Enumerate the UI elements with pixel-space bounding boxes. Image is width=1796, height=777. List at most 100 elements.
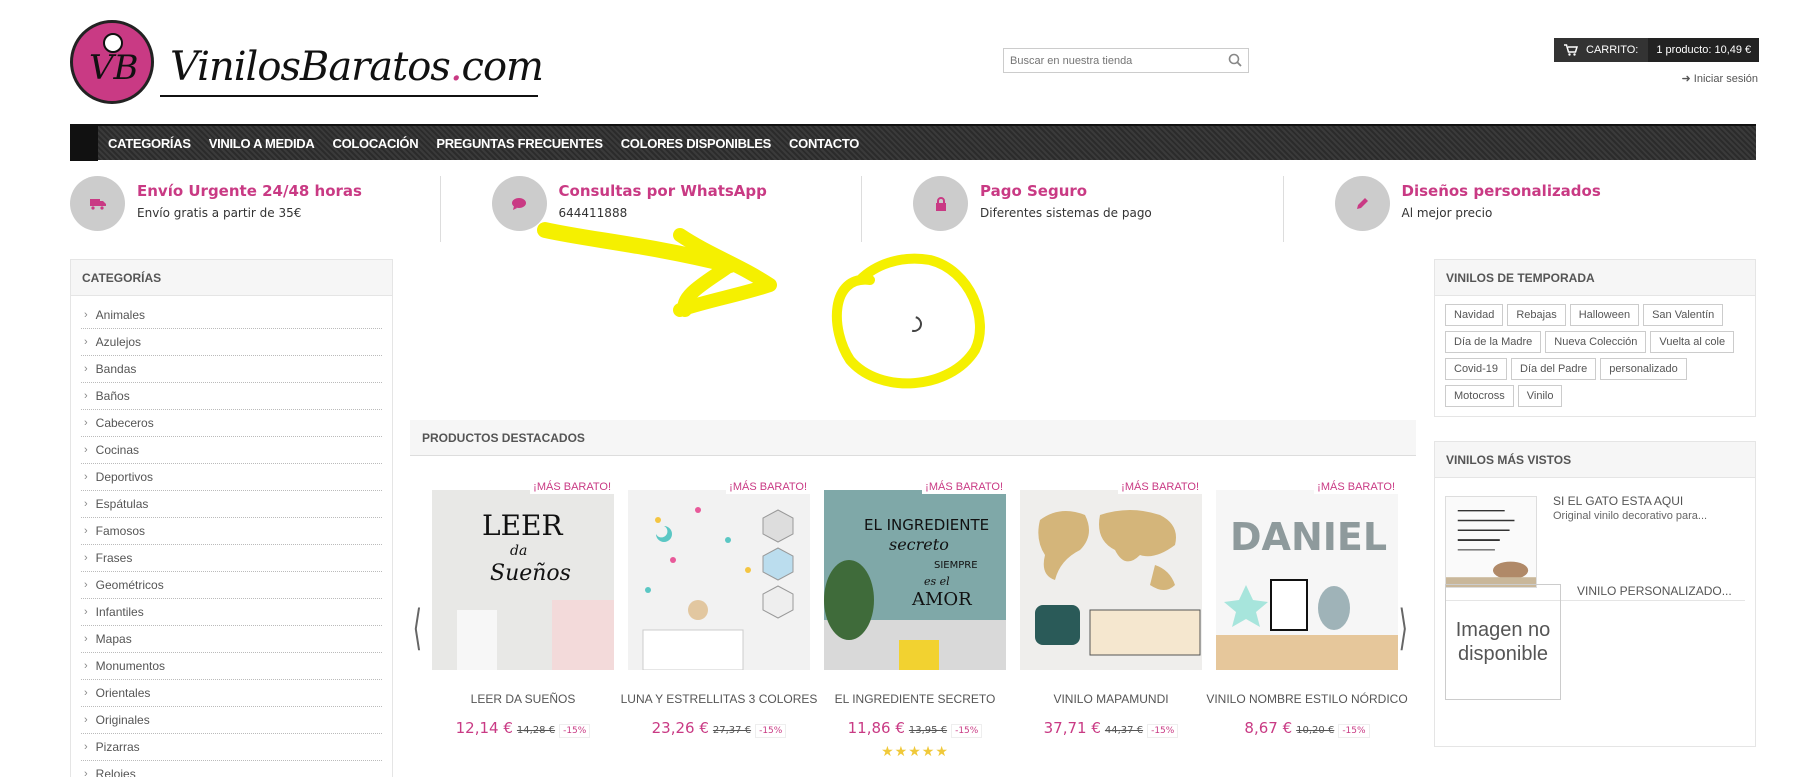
viewed-item-name[interactable]: SI EL GATO ESTA AQUI [1553,494,1683,508]
cart-icon [1564,44,1578,56]
season-tag[interactable]: San Valentín [1643,304,1724,326]
product-name[interactable]: LEER DA SUEÑOS [422,692,624,707]
category-item[interactable]: › Geométricos [81,572,382,599]
featured-title: PRODUCTOS DESTACADOS [410,420,1416,456]
home-icon[interactable] [70,125,98,161]
category-item[interactable]: › Baños [81,383,382,410]
season-tags: Navidad Rebajas Halloween San Valentín Día d… [1435,296,1755,416]
annotation-arrow-icon [537,222,985,389]
chevron-right-icon: › [84,660,88,672]
category-item[interactable]: › Azulejos [81,329,382,356]
viewed-item-image[interactable] [1445,496,1537,588]
nav-colocacion[interactable]: COLOCACIÓN [332,136,418,151]
product-discount: -15% [1147,724,1179,738]
category-label: Animales [95,308,146,322]
category-item[interactable]: › Infantiles [81,599,382,626]
chevron-right-icon: › [84,606,88,618]
chevron-right-icon: › [84,525,88,537]
product-name[interactable]: EL INGREDIENTE SECRETO [814,692,1016,707]
nav-categorias[interactable]: CATEGORÍAS [108,136,191,151]
category-item[interactable]: › Espátulas [81,491,382,518]
search-box [1003,48,1249,73]
category-item[interactable]: › Cabeceros [81,410,382,437]
feature-subtitle: Envío gratis a partir de 35€ [137,206,302,220]
season-tag[interactable]: Día de la Madre [1445,331,1542,353]
product-badge: ¡MÁS BARATO! [530,480,614,494]
category-item[interactable]: › Mapas [81,626,382,653]
category-item[interactable]: › Animales [81,302,382,329]
product-old-price: 13,95 € [908,725,948,736]
svg-text:AMOR: AMOR [911,589,972,610]
category-item[interactable]: › Frases [81,545,382,572]
chevron-right-icon: › [84,552,88,564]
nav-colores-disponibles[interactable]: COLORES DISPONIBLES [621,136,772,151]
season-tag[interactable]: Nueva Colección [1545,331,1647,353]
season-tag[interactable]: Rebajas [1507,304,1566,326]
product-image[interactable]: EL INGREDIENTE secreto SIEMPRE es el AMO… [824,490,1006,670]
chevron-right-icon: › [84,471,88,483]
product-discount: -15% [559,724,591,738]
season-tag[interactable]: Vinilo [1517,385,1563,407]
svg-text:EL INGREDIENTE: EL INGREDIENTE [864,516,989,534]
category-item[interactable]: › Originales [81,707,382,734]
category-label: Originales [95,713,150,727]
season-tag[interactable]: Día del Padre [1511,358,1597,380]
most-viewed-title: VINILOS MÁS VISTOS [1435,442,1755,478]
site-logo[interactable]: VB VinilosBaratos.com [70,20,544,104]
most-viewed-box: VINILOS MÁS VISTOS SI EL GATO ESTA AQUI … [1434,441,1756,747]
category-item[interactable]: › Bandas [81,356,382,383]
product-image[interactable]: LEER da Sueños [432,490,614,670]
category-item[interactable]: › Famosos [81,518,382,545]
category-item[interactable]: › Relojes [81,761,382,777]
product-image[interactable] [1020,490,1202,670]
season-tag[interactable]: personalizado [1600,358,1687,380]
product-price: 23,26 € [651,719,709,737]
carousel-prev-icon[interactable]: ⟨ [413,600,422,656]
category-item[interactable]: › Cocinas [81,437,382,464]
viewed-item-desc: Original vinilo decorativo para... [1553,510,1708,522]
chevron-right-icon: › [84,363,88,375]
truck-icon [70,176,125,231]
svg-text:secreto: secreto [889,535,949,554]
chevron-right-icon: › [84,714,88,726]
nav-vinilo-a-medida[interactable]: VINILO A MEDIDA [209,136,315,151]
chevron-right-icon: › [84,768,88,777]
svg-text:Sueños: Sueños [490,561,571,586]
product-prices: 23,26 €27,37 € -15% [628,718,810,738]
category-item[interactable]: › Pizarras [81,734,382,761]
nav-preguntas-frecuentes[interactable]: PREGUNTAS FRECUENTES [436,136,603,151]
feature-subtitle: Al mejor precio [1401,206,1493,220]
cart-button[interactable]: CARRITO: 1 producto: 10,49 € [1554,38,1760,62]
product-name[interactable]: VINILO NOMBRE ESTILO NÓRDICO [1206,692,1408,707]
category-item[interactable]: › Monumentos [81,653,382,680]
product-prices: 8,67 €10,20 € -15% [1216,718,1398,738]
product-prices: 12,14 €14,28 € -15% [432,718,614,738]
login-link[interactable]: ➜ Iniciar sesión [1682,72,1758,85]
category-item[interactable]: › Orientales [81,680,382,707]
category-item[interactable]: › Deportivos [81,464,382,491]
viewed-item-name[interactable]: VINILO PERSONALIZADO... [1577,584,1732,598]
season-tag[interactable]: Halloween [1569,304,1640,326]
season-tag[interactable]: Vuelta al cole [1650,331,1735,353]
product-badge: ¡MÁS BARATO! [726,480,810,494]
product-name[interactable]: LUNA Y ESTRELLITAS 3 COLORES [618,692,820,707]
season-tag[interactable]: Motocross [1445,385,1514,407]
chevron-right-icon: › [84,741,88,753]
season-tag[interactable]: Navidad [1445,304,1504,326]
no-image-placeholder[interactable]: Imagen no disponible [1445,584,1561,700]
search-icon[interactable] [1228,53,1242,67]
product-badge: ¡MÁS BARATO! [1314,480,1398,494]
product-image[interactable]: DANIEL [1216,490,1398,670]
nav-contacto[interactable]: CONTACTO [789,136,859,151]
svg-text:da: da [510,543,527,559]
cart-label: CARRITO: [1586,44,1639,56]
svg-text:VB: VB [89,48,139,88]
season-tag[interactable]: Covid-19 [1445,358,1508,380]
search-input[interactable] [1004,49,1214,73]
product-image[interactable] [628,490,810,670]
chevron-right-icon: › [84,633,88,645]
product-price: 8,67 € [1244,719,1293,737]
carousel-next-icon[interactable]: ⟩ [1399,600,1408,656]
product-prices: 37,71 €44,37 € -15% [1020,718,1202,738]
product-name[interactable]: VINILO MAPAMUNDI [1010,692,1212,707]
